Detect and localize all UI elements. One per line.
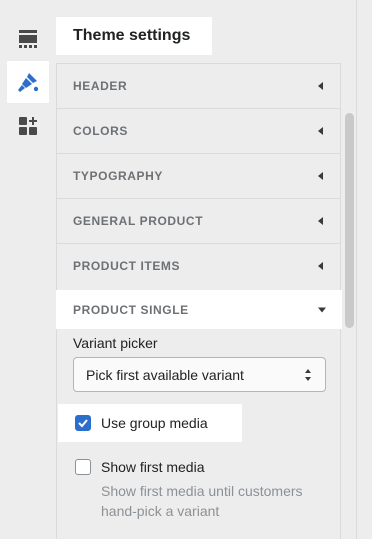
use-group-media-checkbox[interactable] bbox=[75, 415, 91, 431]
scrollbar-thumb[interactable] bbox=[345, 113, 354, 328]
select-arrows-icon bbox=[305, 369, 311, 381]
section-product-single[interactable]: PRODUCT SINGLE bbox=[56, 290, 342, 329]
icon-rail bbox=[0, 0, 56, 539]
divider bbox=[356, 0, 357, 539]
checkmark-icon bbox=[78, 419, 88, 428]
caret-left-icon bbox=[318, 82, 323, 90]
section-colors[interactable]: COLORS bbox=[56, 108, 341, 153]
use-group-media-label: Use group media bbox=[101, 415, 208, 431]
sections-icon bbox=[19, 30, 37, 48]
theme-settings-button[interactable] bbox=[7, 61, 49, 103]
section-general-product-label: GENERAL PRODUCT bbox=[73, 214, 204, 228]
add-blocks-button[interactable] bbox=[7, 105, 49, 147]
theme-paintbrush-icon bbox=[18, 73, 39, 92]
variant-picker-value: Pick first available variant bbox=[86, 366, 244, 383]
section-general-product[interactable]: GENERAL PRODUCT bbox=[56, 198, 341, 243]
section-header[interactable]: HEADER bbox=[56, 63, 341, 108]
caret-down-icon bbox=[318, 307, 326, 312]
show-first-media-label: Show first media bbox=[101, 459, 205, 475]
caret-left-icon bbox=[318, 217, 323, 225]
sections-button[interactable] bbox=[7, 18, 49, 60]
section-header-label: HEADER bbox=[73, 79, 128, 93]
show-first-media-checkbox[interactable] bbox=[75, 459, 91, 475]
variant-picker-label: Variant picker bbox=[73, 335, 158, 351]
section-typography-label: TYPOGRAPHY bbox=[73, 169, 164, 183]
caret-left-icon bbox=[318, 172, 323, 180]
page-title: Theme settings bbox=[56, 17, 212, 55]
add-blocks-icon bbox=[19, 117, 37, 135]
show-first-media-help: Show first media until customers hand-pi… bbox=[101, 483, 303, 519]
section-product-single-label: PRODUCT SINGLE bbox=[73, 302, 189, 317]
section-colors-label: COLORS bbox=[73, 124, 128, 138]
section-product-items-label: PRODUCT ITEMS bbox=[73, 259, 181, 273]
caret-left-icon bbox=[318, 127, 323, 135]
section-typography[interactable]: TYPOGRAPHY bbox=[56, 153, 341, 198]
caret-left-icon bbox=[318, 262, 323, 270]
section-product-items[interactable]: PRODUCT ITEMS bbox=[56, 243, 341, 288]
variant-picker-select[interactable]: Pick first available variant bbox=[73, 357, 326, 392]
